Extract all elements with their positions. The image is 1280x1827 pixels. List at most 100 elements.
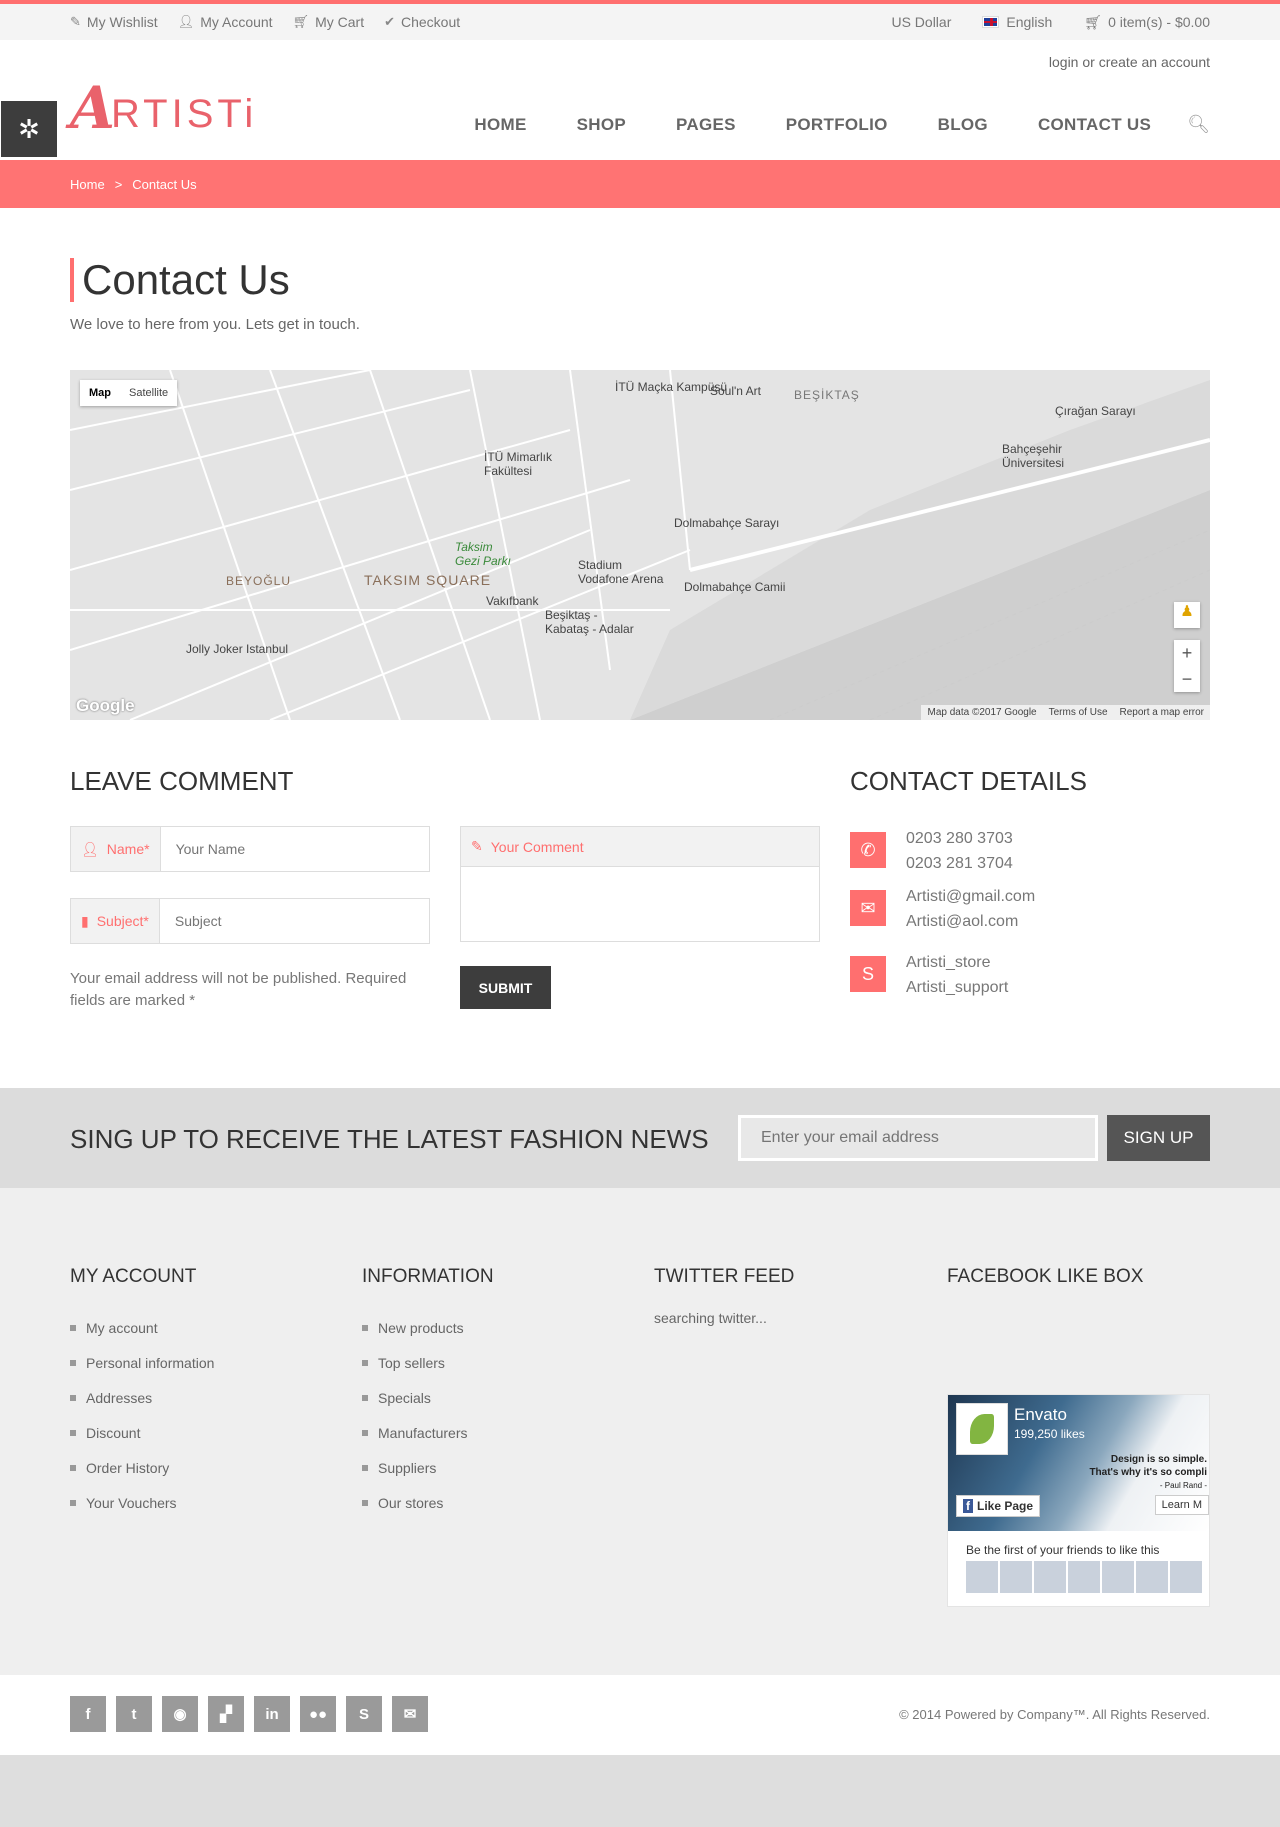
delicious-icon[interactable]: ▞ [208, 1696, 244, 1732]
footer-link[interactable]: Suppliers [362, 1450, 494, 1485]
footer-link[interactable]: Specials [362, 1380, 494, 1415]
phone-icon: ✆ [850, 832, 886, 868]
footer-link[interactable]: New products [362, 1310, 494, 1345]
email-address[interactable]: Artisti@aol.com [906, 909, 1035, 934]
main-content: Contact Us We love to here from you. Let… [0, 208, 1280, 1088]
nav-home[interactable]: HOME [474, 115, 526, 135]
footer-information: INFORMATION New products Top sellers Spe… [362, 1266, 494, 1520]
fb-learn-more-button[interactable]: Learn M [1154, 1495, 1209, 1515]
twitter-icon[interactable]: t [116, 1696, 152, 1732]
map-type-satellite[interactable]: Satellite [120, 380, 177, 406]
currency-selector[interactable]: US Dollar [891, 14, 951, 30]
rss-icon[interactable]: ◉ [162, 1696, 198, 1732]
nav-pages[interactable]: PAGES [676, 115, 736, 135]
name-label: 👤︎ Name* [71, 827, 161, 871]
avatar[interactable] [1034, 1561, 1066, 1593]
footer-my-account: MY ACCOUNT My account Personal informati… [70, 1266, 214, 1520]
nav-blog[interactable]: BLOG [938, 115, 988, 135]
edit-icon: ✎ [70, 14, 81, 29]
subject-input[interactable] [159, 899, 429, 943]
linkedin-icon[interactable]: in [254, 1696, 290, 1732]
breadcrumb-home[interactable]: Home [70, 177, 105, 192]
email-address[interactable]: Artisti@gmail.com [906, 884, 1035, 909]
map-label: Jolly Joker Istanbul [186, 642, 289, 656]
contact-details-heading: CONTACT DETAILS [850, 766, 1087, 796]
submit-button[interactable]: SUBMIT [460, 966, 551, 1009]
facebook-icon[interactable]: f [70, 1696, 106, 1732]
nav-shop[interactable]: SHOP [577, 115, 626, 135]
nav-portfolio[interactable]: PORTFOLIO [786, 115, 888, 135]
main-nav: HOME SHOP PAGES PORTFOLIO BLOG CONTACT U… [424, 114, 1210, 135]
avatar[interactable] [1136, 1561, 1168, 1593]
report-error-link[interactable]: Report a map error [1114, 705, 1210, 720]
checkout-link[interactable]: ✔ Checkout [384, 14, 460, 30]
breadcrumb-current: Contact Us [132, 176, 197, 192]
top-bar: ✎ My Wishlist 👤︎ My Account 🛒︎ My Cart ✔ Che… [0, 0, 1280, 40]
fb-cover: Envato 199,250 likes Design is so simple… [948, 1395, 1209, 1531]
login-link[interactable]: login or create an account [1049, 54, 1210, 70]
footer-link[interactable]: Manufacturers [362, 1415, 494, 1450]
avatar[interactable] [1000, 1561, 1032, 1593]
newsletter-email-input[interactable] [738, 1115, 1098, 1161]
facebook-like-box: Envato 199,250 likes Design is so simple… [947, 1394, 1210, 1607]
footer: MY ACCOUNT My account Personal informati… [0, 1188, 1280, 1675]
pegman-icon[interactable]: ♟ [1174, 602, 1200, 628]
document-icon: ▮ [81, 912, 89, 929]
name-input[interactable] [160, 827, 429, 871]
search-icon[interactable]: 🔍︎ [1187, 114, 1210, 135]
map-data-text: Map data ©2017 Google [927, 707, 1037, 718]
zoom-out-button[interactable]: − [1174, 666, 1200, 692]
terms-link[interactable]: Terms of Use [1043, 705, 1114, 720]
footer-link[interactable]: Your Vouchers [70, 1485, 214, 1520]
breadcrumb: Home > Contact Us [0, 160, 1280, 208]
cart-summary[interactable]: 🛒︎ 0 item(s) - $0.00 [1084, 14, 1210, 31]
fb-friends-text: Be the first of your friends to like thi… [966, 1543, 1160, 1557]
avatar[interactable] [1068, 1561, 1100, 1593]
map-label: Stadium Vodafone Arena [578, 558, 664, 586]
fb-page-name[interactable]: Envato [1014, 1405, 1067, 1425]
fb-cover-quote: Design is so simple. That's why it's so c… [1089, 1454, 1207, 1490]
flickr-icon[interactable]: ●● [300, 1696, 336, 1732]
cart-link[interactable]: 🛒︎ My Cart [293, 14, 365, 30]
edit-icon: ✎ [471, 838, 483, 854]
language-selector[interactable]: English [982, 14, 1052, 30]
bottom-bar: f t ◉ ▞ in ●● S ✉ © 2014 Powered by Comp… [0, 1675, 1280, 1755]
map-label: Bahçeşehir Üniversitesi [1002, 442, 1065, 470]
zoom-in-button[interactable]: + [1174, 640, 1200, 666]
avatar[interactable] [1170, 1561, 1202, 1593]
map-type-control: Map Satellite [80, 380, 178, 406]
newsletter-section: SING UP TO RECEIVE THE LATEST FASHION NE… [0, 1088, 1280, 1188]
nav-contact[interactable]: CONTACT US [1038, 115, 1151, 135]
map-label: Dolmabahçe Camii [684, 580, 786, 594]
avatar[interactable] [1102, 1561, 1134, 1593]
social-links: f t ◉ ▞ in ●● S ✉ [70, 1696, 438, 1732]
google-map[interactable]: İTÜ Maçka Kampüsü Soul'n Art BEŞİKTAŞ Çı… [70, 370, 1210, 720]
avatar[interactable] [966, 1561, 998, 1593]
fb-like-button[interactable]: f Like Page [956, 1495, 1041, 1517]
signup-button[interactable]: SIGN UP [1107, 1115, 1210, 1161]
map-label: Vakıfbank [486, 594, 539, 608]
footer-link[interactable]: Our stores [362, 1485, 494, 1520]
site-logo[interactable]: A RTISTi [70, 79, 257, 137]
footer-link[interactable]: Order History [70, 1450, 214, 1485]
user-icon: 👤︎ [81, 840, 99, 857]
tools-icon[interactable]: ✲ [0, 100, 58, 158]
contact-email: ✉ Artisti@gmail.com Artisti@aol.com [850, 884, 1035, 934]
account-link[interactable]: 👤︎ My Account [178, 14, 273, 30]
contact-skype: S Artisti_store Artisti_support [850, 950, 1008, 1000]
footer-link[interactable]: Addresses [70, 1380, 214, 1415]
footer-link[interactable]: Discount [70, 1415, 214, 1450]
footer-link[interactable]: Personal information [70, 1345, 214, 1380]
subject-field: ▮ Subject* [70, 898, 430, 944]
twitter-status: searching twitter... [654, 1310, 767, 1326]
wishlist-link[interactable]: ✎ My Wishlist [70, 14, 158, 30]
footer-link[interactable]: My account [70, 1310, 214, 1345]
mail-icon[interactable]: ✉ [392, 1696, 428, 1732]
comment-textarea[interactable]: ✎ Your Comment [460, 826, 820, 942]
map-type-map[interactable]: Map [80, 380, 120, 406]
page-bottom-spacer [0, 1755, 1280, 1827]
check-icon: ✔ [384, 14, 395, 29]
footer-link[interactable]: Top sellers [362, 1345, 494, 1380]
skype-icon[interactable]: S [346, 1696, 382, 1732]
map-label: Çırağan Sarayı [1055, 404, 1136, 418]
